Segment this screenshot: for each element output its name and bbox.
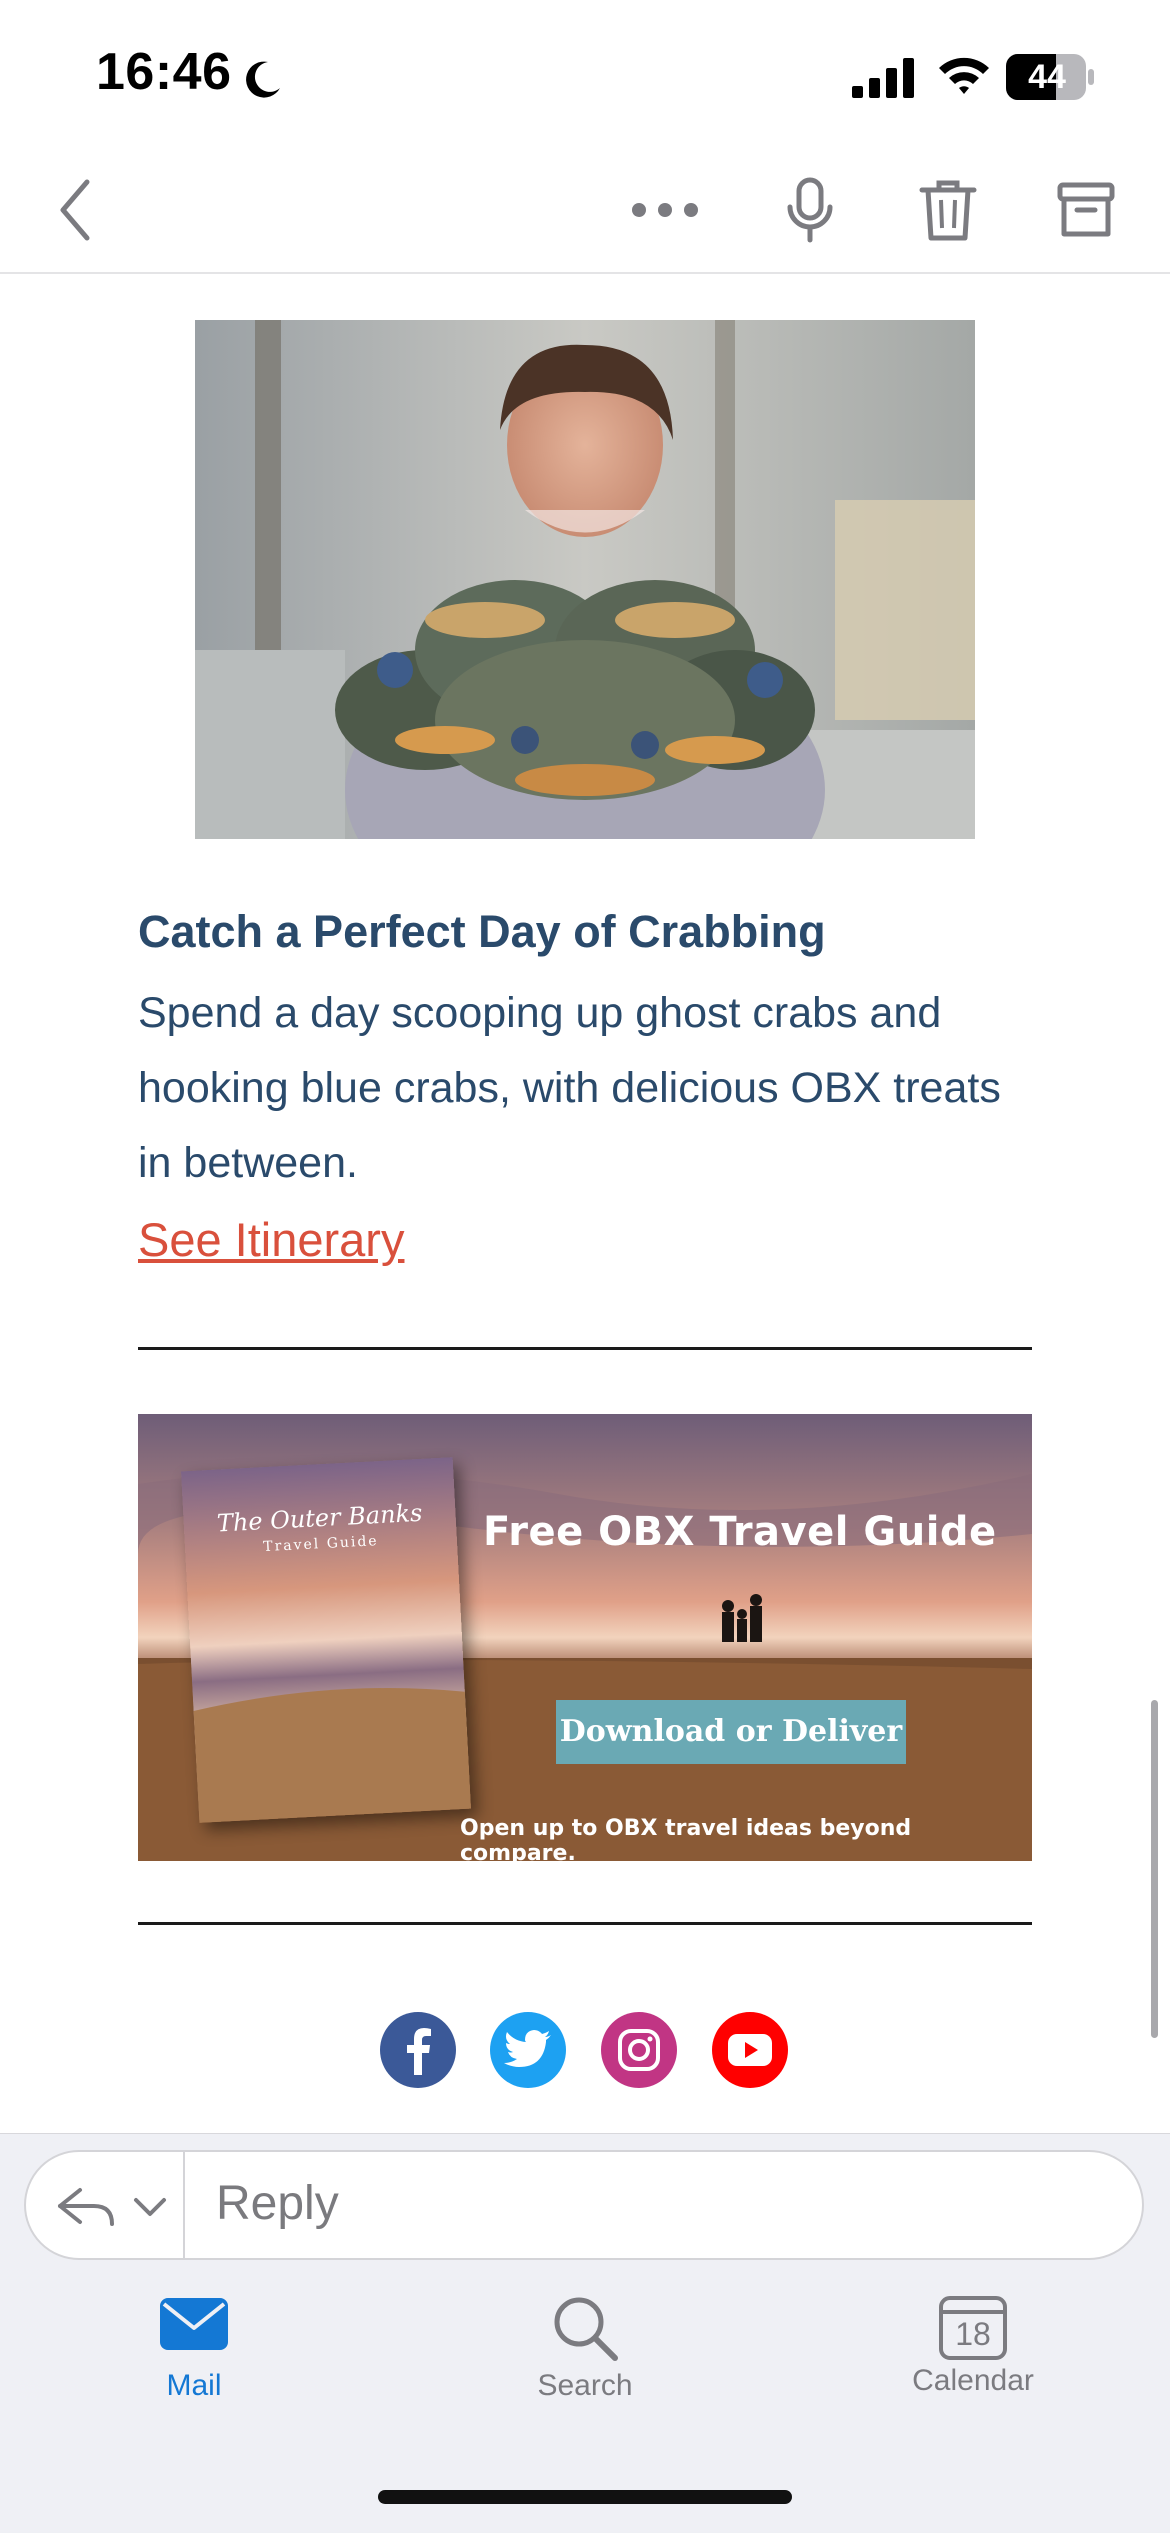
travel-guide-book-cover: The Outer Banks Travel Guide [180,1457,472,1823]
travel-guide-banner[interactable]: The Outer Banks Travel Guide Free OBX Tr… [138,1414,1032,1861]
battery-level-text: 44 [1028,58,1066,96]
guide-headline: Free OBX Travel Guide [483,1509,997,1555]
scrollbar[interactable] [1151,1700,1158,2038]
download-or-deliver-button[interactable]: Download or Deliver [556,1700,906,1764]
battery-indicator: 44 [1006,54,1094,100]
reply-placeholder[interactable]: Reply [216,2176,339,2231]
chevron-down-icon [134,2198,166,2216]
tab-mail[interactable]: Mail [74,2292,314,2403]
calendar-icon: 18 [938,2292,1008,2362]
tab-mail-label: Mail [166,2369,222,2402]
tab-search-label: Search [537,2369,633,2402]
wifi-icon [939,57,989,94]
crab-photo [195,320,975,839]
chevron-left-icon [60,179,90,241]
see-itinerary-link[interactable]: See Itinerary [138,1212,404,1267]
magnifier-icon [554,2297,618,2361]
cellular-signal-icon [852,58,914,98]
envelope-icon [160,2298,228,2350]
calendar-date: 18 [955,2316,991,2352]
back-button[interactable] [40,170,110,250]
article-description: Spend a day scooping up ghost crabs and … [138,989,1001,1187]
ellipsis-icon [632,203,698,217]
archive-box-icon [1057,182,1115,237]
facebook-icon[interactable] [380,2012,456,2088]
twitter-icon[interactable] [490,2012,566,2088]
status-time: 16:46 [96,43,232,101]
more-button[interactable] [620,170,710,250]
youtube-icon[interactable] [712,2012,788,2088]
reply-separator [183,2152,185,2258]
voice-button[interactable] [770,170,850,250]
article-title: Catch a Perfect Day of Crabbing [138,906,826,957]
microphone-icon [787,177,833,243]
divider [138,1347,1032,1350]
delete-button[interactable] [908,170,988,250]
archive-button[interactable] [1046,170,1126,250]
status-bar: 16:46 44 [0,0,1170,150]
reply-field[interactable] [24,2150,1144,2260]
tab-search[interactable]: Search [465,2292,705,2403]
guide-tagline: Open up to OBX travel ideas beyond compa… [460,1816,912,1861]
moon-icon [246,61,280,98]
tab-calendar-label: Calendar [912,2364,1034,2397]
home-indicator[interactable] [378,2490,792,2504]
instagram-icon[interactable] [601,2012,677,2088]
message-toolbar [0,150,1170,274]
trash-icon [919,180,977,241]
reply-options-button[interactable] [52,2178,172,2234]
tab-calendar[interactable]: 18 Calendar [853,2292,1093,2398]
divider [138,1922,1032,1925]
